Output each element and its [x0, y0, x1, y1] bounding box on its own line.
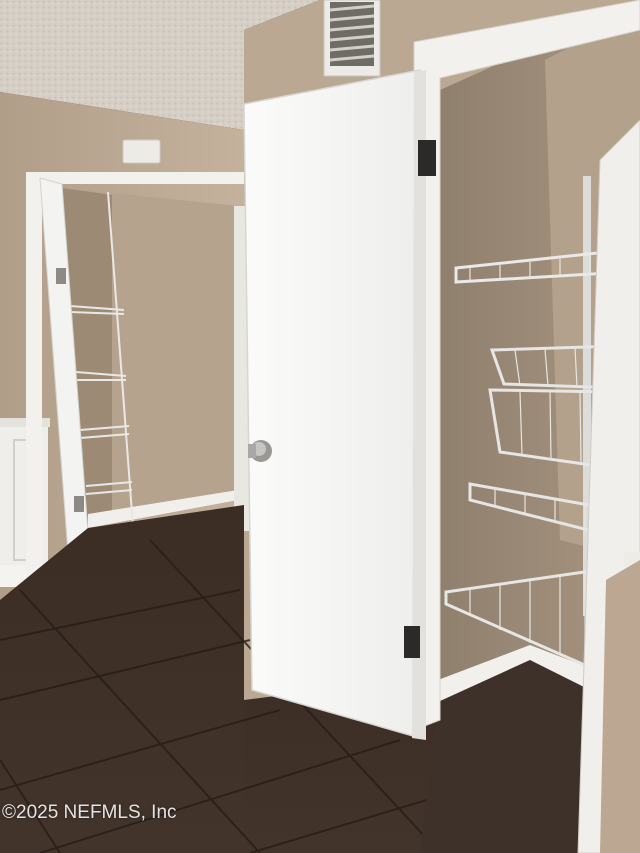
copyright-watermark: ©2025 NEFMLS, Inc	[2, 802, 177, 823]
wall-sensor	[122, 139, 161, 164]
door-hinge-top	[418, 140, 436, 176]
open-white-door	[243, 69, 436, 740]
photo-scene: ©2025 NEFMLS, Inc	[0, 0, 640, 853]
pantry-closet	[413, 0, 640, 853]
door-hinge-bottom	[404, 626, 420, 658]
air-vent	[323, 0, 381, 77]
room-illustration	[0, 0, 640, 853]
